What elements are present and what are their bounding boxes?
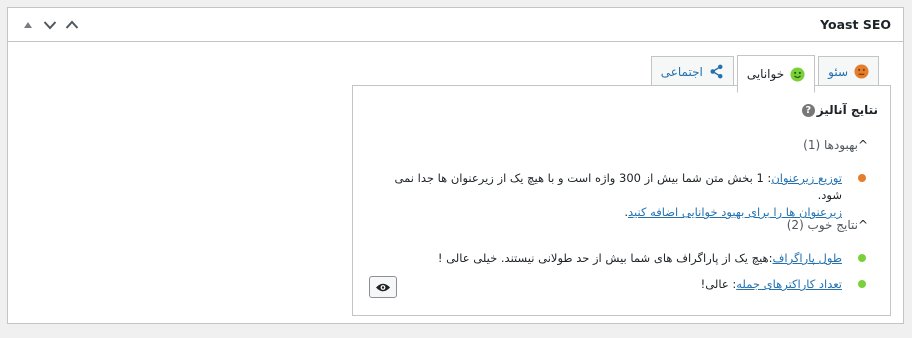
paragraph-length-link[interactable]: طول پاراگراف	[773, 251, 843, 265]
improvements-label: بهبودها (1)	[803, 138, 858, 152]
eye-icon	[376, 283, 390, 291]
list-item: طول پاراگراف:هیچ یک از پاراگراف های شما …	[386, 250, 866, 267]
list-item: توزیع زیرعنوان: 1 بخش متن شما بیش از 300…	[386, 170, 866, 221]
chevron-down-icon	[43, 20, 57, 29]
smile-face-icon	[790, 66, 805, 82]
tab-social[interactable]: اجتماعی	[650, 56, 734, 86]
subheading-distribution-link[interactable]: توزیع زیرعنوان	[771, 171, 842, 185]
good-results-toggle[interactable]: ^ نتایج خوب (2)	[787, 218, 868, 232]
analysis-heading: نتایج آنالیز ?	[801, 103, 878, 117]
analysis-heading-text: نتایج آنالیز	[816, 103, 878, 117]
improvements-toggle[interactable]: ^ بهبودها (1)	[803, 138, 868, 152]
yoast-seo-metabox: Yoast SEO سئو خوانایی اجتماعی نتایج آنال…	[7, 7, 904, 324]
metabox-header: Yoast SEO	[8, 8, 903, 42]
status-bullet-green	[858, 280, 866, 288]
handle-actions	[17, 8, 83, 41]
tab-social-label: اجتماعی	[660, 64, 703, 79]
status-bullet-green	[858, 254, 866, 262]
list-item: تعداد کاراکترهای جمله: عالی!	[386, 276, 866, 293]
metabox-title: Yoast SEO	[820, 17, 891, 32]
help-icon[interactable]: ?	[801, 103, 815, 117]
toggle-panel-button[interactable]	[61, 8, 83, 41]
good-results-label: نتایج خوب (2)	[786, 218, 858, 232]
sentence-length-link[interactable]: تعداد کاراکترهای جمله	[736, 277, 842, 291]
move-up-button[interactable]	[17, 8, 39, 41]
readability-analysis-panel: نتایج آنالیز ? ^ بهبودها (1) توزیع زیرعن…	[352, 85, 891, 316]
tab-readability[interactable]: خوانایی	[736, 55, 816, 93]
tab-seo[interactable]: سئو	[818, 56, 879, 86]
highlight-toggle-button[interactable]	[369, 276, 397, 298]
status-bullet-orange	[858, 174, 866, 182]
arrow-up-small-icon	[24, 21, 32, 28]
add-subheadings-link[interactable]: زیرعنوان ها را برای بهبود خوانایی اضافه …	[628, 205, 842, 219]
result-text: طول پاراگراف:هیچ یک از پاراگراف های شما …	[437, 251, 843, 265]
result-text: توزیع زیرعنوان: 1 بخش متن شما بیش از 300…	[394, 171, 842, 219]
tab-readability-label: خوانایی	[746, 67, 785, 81]
chevron-up-icon: ^	[857, 138, 868, 152]
chevron-up-icon	[65, 20, 79, 29]
result-text: تعداد کاراکترهای جمله: عالی!	[700, 277, 842, 291]
tab-seo-label: سئو	[828, 64, 848, 79]
chevron-up-icon: ^	[857, 218, 868, 232]
share-icon	[709, 64, 724, 79]
sad-face-icon	[854, 64, 869, 79]
move-down-button[interactable]	[39, 8, 61, 41]
